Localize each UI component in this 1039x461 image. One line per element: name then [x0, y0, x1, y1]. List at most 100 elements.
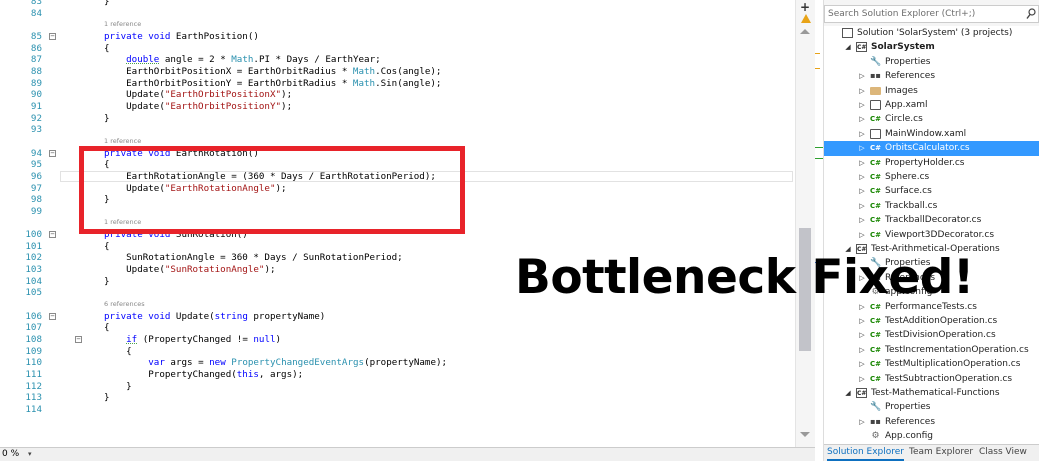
collapsed-arrow-icon[interactable]: ▷ [858, 141, 866, 155]
expanded-arrow-icon[interactable]: ◢ [844, 386, 852, 400]
search-icon[interactable] [1026, 8, 1036, 20]
tree-item[interactable]: Solution 'SolarSystem' (3 projects) [824, 26, 1039, 40]
code-line[interactable]: 108 − if (PropertyChanged != null) [0, 334, 795, 346]
collapsed-arrow-icon[interactable]: ▷ [858, 69, 866, 83]
code-line[interactable]: 110 var args = new PropertyChangedEventA… [0, 357, 795, 369]
chevron-down-icon[interactable]: ▾ [28, 448, 32, 460]
code-text[interactable]: { [104, 322, 110, 334]
solution-explorer-search-input[interactable]: Search Solution Explorer (Ctrl+;) [824, 5, 1039, 23]
scroll-down-arrow-icon[interactable] [800, 432, 810, 437]
tree-item[interactable]: ▷ C# PropertyHolder.cs [824, 156, 1039, 170]
collapsed-arrow-icon[interactable]: ▷ [858, 84, 866, 98]
tab-team-explorer[interactable]: Team Explorer [909, 445, 973, 461]
tree-item[interactable]: ▷ C# TrackballDecorator.cs [824, 213, 1039, 227]
code-text[interactable]: } [104, 381, 132, 393]
code-text[interactable]: } [104, 0, 110, 8]
code-text[interactable]: { [104, 241, 110, 253]
code-text[interactable]: if (PropertyChanged != null) [104, 334, 281, 346]
code-line[interactable]: 83} [0, 0, 795, 8]
tree-item[interactable]: ▷ Images [824, 84, 1039, 98]
editor-vertical-scrollbar[interactable]: + [795, 0, 815, 447]
code-text[interactable]: { [104, 43, 110, 55]
code-text[interactable]: Update("EarthOrbitPositionX"); [104, 89, 292, 101]
code-lens-reference[interactable]: 1 reference [0, 19, 795, 31]
tree-item[interactable]: 🔧 Properties [824, 400, 1039, 414]
tree-item[interactable]: ▷ ▪▪ References [824, 415, 1039, 429]
collapsed-arrow-icon[interactable]: ▷ [858, 127, 866, 141]
code-line[interactable]: 112 } [0, 381, 795, 393]
code-line[interactable]: 106− private void Update(string propertyN… [0, 311, 795, 323]
collapsed-arrow-icon[interactable]: ▷ [858, 156, 866, 170]
code-line[interactable]: 113} [0, 392, 795, 404]
collapsed-arrow-icon[interactable]: ▷ [858, 357, 866, 371]
tree-item[interactable]: ◢ C# SolarSystem [824, 40, 1039, 54]
code-text[interactable]: Update("EarthOrbitPositionY"); [104, 101, 292, 113]
collapse-outline-icon[interactable]: − [75, 336, 82, 344]
tab-class-view[interactable]: Class View [979, 445, 1027, 461]
tree-item[interactable]: ▷ C# TestDivisionOperation.cs [824, 328, 1039, 342]
code-text[interactable]: } [104, 113, 110, 125]
tree-item[interactable]: ▷ C# TestMultiplicationOperation.cs [824, 357, 1039, 371]
tree-item[interactable]: ▷ C# TestAdditionOperation.cs [824, 314, 1039, 328]
collapsed-arrow-icon[interactable]: ▷ [858, 184, 866, 198]
tree-item[interactable]: ▷ MainWindow.xaml [824, 127, 1039, 141]
collapsed-arrow-icon[interactable]: ▷ [858, 314, 866, 328]
code-line[interactable]: 114 [0, 404, 795, 416]
tree-item[interactable]: ▷ App.xaml [824, 98, 1039, 112]
collapsed-arrow-icon[interactable]: ▷ [858, 343, 866, 357]
tree-item[interactable]: ◢ C# Test-Mathematical-Functions [824, 386, 1039, 400]
code-line[interactable]: 84 [0, 8, 795, 20]
code-line[interactable]: 92} [0, 113, 795, 125]
code-text[interactable]: SunRotationAngle = 360 * Days / SunRotat… [104, 252, 403, 264]
code-line[interactable]: 111 PropertyChanged(this, args); [0, 369, 795, 381]
tree-item[interactable]: ▷ C# OrbitsCalculator.cs [824, 141, 1039, 156]
code-text[interactable]: var args = new PropertyChangedEventArgs(… [104, 357, 447, 369]
tree-item[interactable]: ▷ C# Surface.cs [824, 184, 1039, 198]
code-text[interactable]: double angle = 2 * Math.PI * Days / Eart… [104, 54, 381, 66]
collapse-outline-icon[interactable]: − [49, 231, 56, 239]
code-line[interactable]: 88 EarthOrbitPositionX = EarthOrbitRadiu… [0, 66, 795, 78]
tree-item[interactable]: ▷ C# Sphere.cs [824, 170, 1039, 184]
collapsed-arrow-icon[interactable]: ▷ [858, 112, 866, 126]
collapsed-arrow-icon[interactable]: ▷ [858, 98, 866, 112]
expanded-arrow-icon[interactable]: ◢ [844, 40, 852, 54]
code-line[interactable]: 89 EarthOrbitPositionY = EarthOrbitRadiu… [0, 78, 795, 90]
code-text[interactable]: } [104, 392, 110, 404]
code-text[interactable]: private void EarthPosition() [104, 31, 259, 43]
code-line[interactable]: 85− private void EarthPosition() [0, 31, 795, 43]
collapsed-arrow-icon[interactable]: ▷ [858, 415, 866, 429]
collapsed-arrow-icon[interactable]: ▷ [858, 328, 866, 342]
code-text[interactable]: Update("SunRotationAngle"); [104, 264, 275, 276]
collapsed-arrow-icon[interactable]: ▷ [858, 372, 866, 386]
code-line[interactable]: 93 [0, 124, 795, 136]
code-line[interactable]: 87 double angle = 2 * Math.PI * Days / E… [0, 54, 795, 66]
tab-solution-explorer[interactable]: Solution Explorer [827, 445, 904, 461]
tree-item[interactable]: ▷ C# TestIncrementationOperation.cs [824, 343, 1039, 357]
tree-item[interactable]: ▷ C# Circle.cs [824, 112, 1039, 126]
tree-item[interactable]: ▷ ▪▪ References [824, 69, 1039, 83]
code-line[interactable]: 91 Update("EarthOrbitPositionY"); [0, 101, 795, 113]
collapsed-arrow-icon[interactable]: ▷ [858, 170, 866, 184]
split-plus-icon[interactable]: + [800, 0, 810, 14]
code-text[interactable]: EarthOrbitPositionY = EarthOrbitRadius *… [104, 78, 441, 90]
code-text[interactable]: EarthOrbitPositionX = EarthOrbitRadius *… [104, 66, 441, 78]
code-lens-label[interactable]: 6 references [104, 299, 145, 311]
collapse-outline-icon[interactable]: − [49, 312, 56, 320]
warning-icon[interactable] [801, 14, 811, 23]
code-text[interactable]: PropertyChanged(this, args); [104, 369, 303, 381]
code-line[interactable]: 109 { [0, 346, 795, 358]
code-line[interactable]: 86 { [0, 43, 795, 55]
code-text[interactable]: } [104, 276, 110, 288]
code-editor[interactable]: 83} 84 1 reference 85− private void EarthPos… [0, 0, 815, 447]
tree-item[interactable]: ▷ C# TestSubtractionOperation.cs [824, 372, 1039, 386]
tree-item[interactable]: ▷ C# Trackball.cs [824, 199, 1039, 213]
collapsed-arrow-icon[interactable]: ▷ [858, 213, 866, 227]
tree-item[interactable]: ⚙ App.config [824, 429, 1039, 443]
collapse-outline-icon[interactable]: − [49, 32, 56, 40]
collapsed-arrow-icon[interactable]: ▷ [858, 199, 866, 213]
scroll-up-arrow-icon[interactable] [800, 29, 810, 34]
code-text[interactable]: private void Update(string propertyName) [104, 311, 325, 323]
code-lens-label[interactable]: 1 reference [104, 19, 141, 31]
code-text[interactable]: { [104, 346, 132, 358]
collapsed-arrow-icon[interactable]: ▷ [858, 228, 866, 242]
